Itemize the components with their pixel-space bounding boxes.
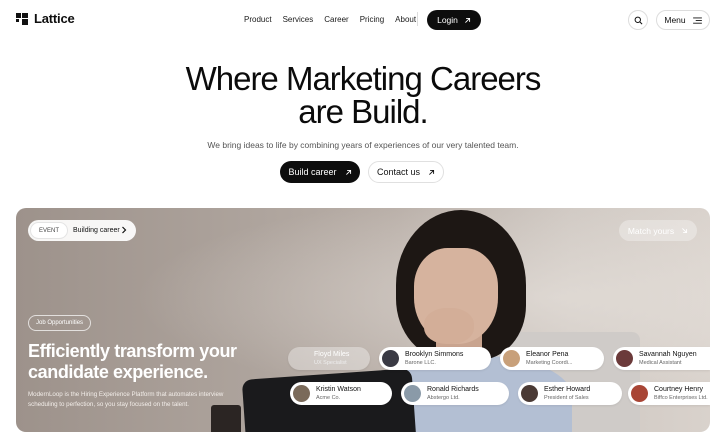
hero-title-line1: Where Marketing Careers	[185, 60, 542, 97]
candidate-card[interactable]: Eleanor Pena Marketing Coordi...	[500, 347, 604, 370]
hero-banner: EVENT Building career Match yours Job Op…	[16, 208, 710, 432]
candidate-role: President of Sales	[544, 394, 589, 401]
cta-row: Build career Contact us	[280, 161, 444, 183]
candidate-role: Marketing Coordi...	[526, 359, 573, 366]
candidate-card[interactable]: Ronald Richards Abstergo Ltd.	[401, 382, 509, 405]
avatar	[293, 385, 310, 402]
avatar	[521, 385, 538, 402]
candidate-role: Barone LLC.	[405, 359, 436, 366]
banner-title: Efficiently transform your candidate exp…	[28, 341, 237, 382]
contact-us-button[interactable]: Contact us	[368, 161, 444, 183]
candidate-role: Acme Co.	[316, 394, 341, 401]
search-button[interactable]	[628, 10, 648, 30]
banner-description: ModernLoop is the Hiring Experience Plat…	[28, 391, 224, 408]
hero-title: Where Marketing Careers are Build.	[0, 62, 726, 128]
arrow-down-right-icon	[682, 228, 688, 234]
nav-product[interactable]: Product	[244, 15, 272, 24]
candidate-name: Kristin Watson	[316, 385, 361, 393]
search-icon	[634, 16, 642, 24]
candidate-name: Eleanor Pena	[526, 350, 569, 358]
logo-icon	[16, 12, 28, 25]
candidate-name: Savannah Nguyen	[639, 350, 697, 358]
candidate-role: UX Specialist	[314, 359, 347, 366]
event-text: Building career	[73, 227, 120, 234]
menu-button[interactable]: Menu	[656, 10, 710, 30]
candidate-role: Biffco Enterprises Ltd.	[654, 394, 708, 401]
candidate-name: Brooklyn Simmons	[405, 350, 464, 358]
brand-name: Lattice	[34, 11, 75, 26]
avatar	[404, 385, 421, 402]
menu-label: Menu	[664, 15, 686, 25]
candidate-card[interactable]: Kristin Watson Acme Co.	[290, 382, 392, 405]
build-career-label: Build career	[288, 167, 337, 177]
nav-career[interactable]: Career	[324, 15, 348, 24]
candidate-card[interactable]: Floyd Miles UX Specialist	[288, 347, 370, 370]
hamburger-icon	[692, 16, 702, 24]
arrow-up-right-icon	[345, 169, 351, 175]
brand-logo[interactable]: Lattice	[16, 11, 75, 26]
candidate-role: Abstergo Ltd.	[427, 394, 460, 401]
candidate-name: Esther Howard	[544, 385, 591, 393]
arrow-up-right-icon	[464, 17, 470, 23]
hero-subtitle: We bring ideas to life by combining year…	[207, 140, 519, 150]
candidate-name: Ronald Richards	[427, 385, 479, 393]
event-tag: EVENT	[30, 222, 69, 239]
main-nav: Product Services Career Pricing About	[244, 15, 416, 24]
candidate-card[interactable]: Esther Howard President of Sales	[518, 382, 622, 405]
build-career-button[interactable]: Build career	[280, 161, 360, 183]
login-button[interactable]: Login	[427, 10, 481, 30]
avatar	[382, 350, 399, 367]
avatar	[631, 385, 648, 402]
nav-pricing[interactable]: Pricing	[360, 15, 384, 24]
job-opportunities-tag[interactable]: Job Opportunities	[28, 315, 92, 331]
arrow-up-right-icon	[429, 169, 435, 175]
login-label: Login	[437, 15, 458, 25]
avatar	[616, 350, 633, 367]
nav-services[interactable]: Services	[283, 15, 314, 24]
candidate-card[interactable]: Brooklyn Simmons Barone LLC.	[379, 347, 491, 370]
match-yours-label: Match yours	[627, 225, 675, 236]
avatar	[291, 350, 308, 367]
nav-divider	[417, 12, 418, 26]
candidate-name: Courtney Henry	[654, 385, 704, 393]
contact-us-label: Contact us	[376, 167, 421, 177]
candidate-role: Medical Assistant	[639, 359, 682, 366]
candidate-card[interactable]: Courtney Henry Biffco Enterprises Ltd.	[628, 382, 710, 405]
match-yours-button[interactable]: Match yours	[619, 220, 697, 241]
nav-about[interactable]: About	[395, 15, 416, 24]
hero-title-line2: are Build.	[298, 93, 428, 130]
candidate-card[interactable]: Savannah Nguyen Medical Assistant	[613, 347, 710, 370]
chevron-right-icon	[122, 226, 127, 234]
event-pill[interactable]: EVENT Building career	[28, 220, 136, 241]
avatar	[503, 350, 520, 367]
candidate-name: Floyd Miles	[314, 350, 350, 358]
